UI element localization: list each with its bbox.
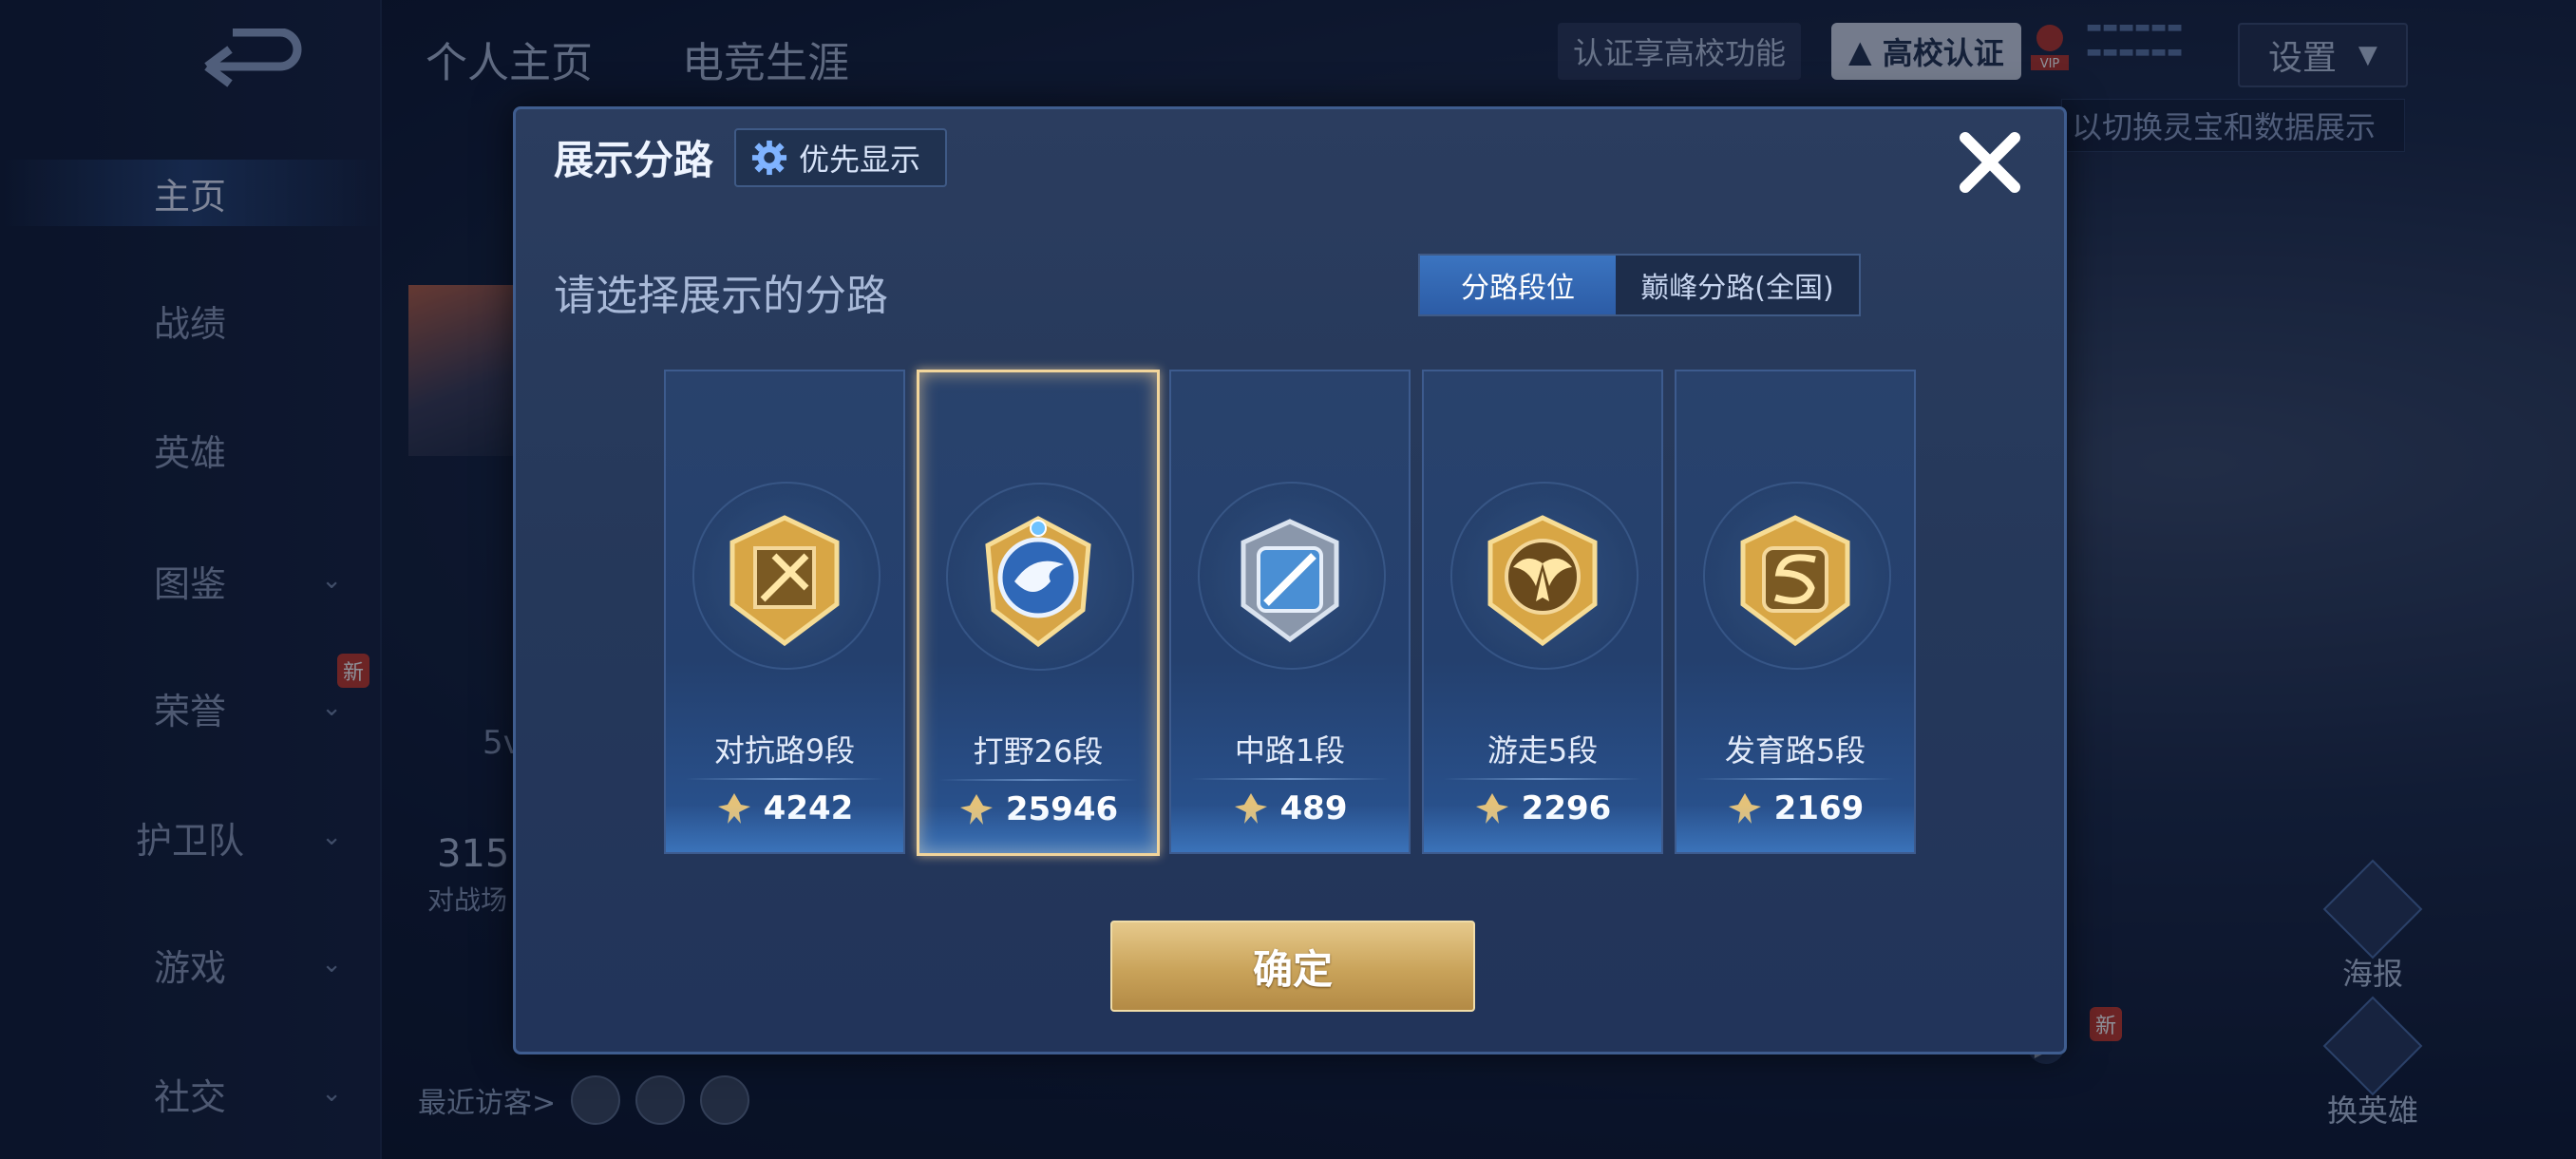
lane-cards: 对抗路9段 4242 打野26段 25946 — [664, 370, 1918, 856]
divider — [1443, 778, 1642, 780]
confirm-button[interactable]: 确定 — [1110, 921, 1475, 1012]
divider — [685, 778, 884, 780]
lane-label: 游走5段 — [1487, 732, 1599, 769]
lane-display-dialog: 展示分路 优先显示 请选择展示的分路 分路段位 巅峰分路(全国) 对抗路9段 4… — [513, 106, 2067, 1054]
priority-label: 优先显示 — [799, 142, 921, 178]
priority-display-button[interactable]: 优先显示 — [734, 128, 948, 187]
lane-label: 中路1段 — [1234, 732, 1346, 769]
view-toggle: 分路段位 巅峰分路(全国) — [1418, 254, 1861, 316]
card-glow — [1171, 805, 1409, 852]
card-glow — [1676, 805, 1914, 852]
lane-card-roam[interactable]: 游走5段 2296 — [1422, 370, 1663, 854]
dialog-title: 展示分路 — [554, 137, 714, 183]
lane-card-farm[interactable]: 发育路5段 2169 — [1675, 370, 1916, 854]
lane-label: 打野26段 — [973, 733, 1104, 770]
tab-lane-rank[interactable]: 分路段位 — [1420, 256, 1616, 314]
card-glow — [919, 806, 1157, 853]
tab-peak-lane[interactable]: 巅峰分路(全国) — [1616, 256, 1859, 314]
dialog-subtitle: 请选择展示的分路 — [554, 272, 888, 320]
arrows-emblem-icon — [1733, 514, 1857, 647]
divider — [938, 779, 1138, 781]
slash-emblem-icon — [1228, 514, 1352, 647]
lane-card-mid[interactable]: 中路1段 489 — [1169, 370, 1411, 854]
lane-card-jungle[interactable]: 打野26段 25946 — [917, 370, 1160, 856]
lane-label: 对抗路9段 — [713, 732, 856, 769]
divider — [1695, 778, 1895, 780]
close-icon[interactable] — [1954, 126, 2026, 199]
dragon-emblem-icon — [976, 515, 1100, 648]
gear-icon — [751, 140, 787, 176]
card-glow — [1424, 805, 1661, 852]
sword-emblem-icon — [723, 514, 846, 647]
card-glow — [666, 805, 903, 852]
lane-card-top[interactable]: 对抗路9段 4242 — [664, 370, 905, 854]
wings-emblem-icon — [1481, 514, 1604, 647]
lane-label: 发育路5段 — [1724, 732, 1866, 769]
divider — [1190, 778, 1390, 780]
